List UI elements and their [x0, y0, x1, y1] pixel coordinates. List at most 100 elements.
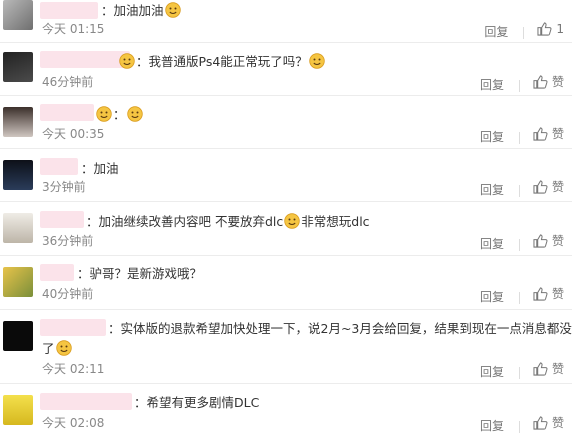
- comment-item: ：加油继续改善内容吧 不要放弃dlc 非常想玩dlc 36分钟前 回复 赞: [0, 208, 572, 255]
- divider: [0, 148, 572, 149]
- action-divider: [518, 238, 520, 251]
- laugh-emoji-icon: [127, 106, 143, 122]
- comment-text: ：驴哥？是新游戏哦？: [77, 266, 203, 281]
- username-blurred[interactable]: [40, 319, 106, 336]
- confused-emoji-icon: [309, 53, 325, 69]
- comment-item: ：加油 3分钟前 回复 赞: [0, 155, 572, 201]
- like-button[interactable]: 赞: [533, 286, 564, 302]
- comment-actions: 回复 赞: [480, 286, 564, 305]
- reply-button[interactable]: 回复: [480, 289, 504, 305]
- comment-text: ：我普通版Ps4能正常玩了吗？: [118, 53, 326, 70]
- action-divider: [518, 291, 520, 304]
- avatar[interactable]: [3, 267, 33, 297]
- thumb-up-icon: [537, 22, 552, 36]
- reply-button[interactable]: 回复: [480, 129, 504, 145]
- thumb-up-icon: [533, 416, 548, 430]
- username-blurred[interactable]: [40, 104, 94, 121]
- avatar[interactable]: [3, 321, 33, 351]
- like-button[interactable]: 赞: [533, 179, 564, 195]
- reply-button[interactable]: 回复: [480, 364, 504, 380]
- like-label: 赞: [551, 362, 564, 376]
- comment-time: 今天 00:35: [42, 127, 105, 141]
- username-blurred[interactable]: [40, 211, 84, 228]
- avatar[interactable]: [3, 213, 33, 243]
- action-divider: [518, 184, 520, 197]
- comment-time: 36分钟前: [42, 234, 94, 248]
- avatar[interactable]: [3, 52, 33, 82]
- comment-actions: 回复 赞: [480, 179, 564, 198]
- like-label: 赞: [551, 287, 564, 301]
- username-blurred[interactable]: [40, 51, 130, 68]
- avatar[interactable]: [3, 107, 33, 137]
- username-blurred[interactable]: [40, 2, 98, 19]
- like-button[interactable]: 赞: [533, 74, 564, 90]
- comment-time: 46分钟前: [42, 75, 94, 89]
- blush-emoji-icon: [165, 2, 181, 18]
- thumb-up-icon: [533, 234, 548, 248]
- heart-eyes-emoji-icon: [96, 106, 112, 122]
- comment-text: ：加油加油: [101, 2, 182, 19]
- thumb-up-icon: [533, 180, 548, 194]
- divider: [0, 383, 572, 384]
- thumb-up-icon: [533, 127, 548, 141]
- action-divider: [518, 79, 520, 92]
- comment-item: ：加油加油 今天 01:15 回复 1: [0, 0, 572, 42]
- action-divider: [518, 420, 520, 433]
- comment-item: ：我普通版Ps4能正常玩了吗？ 46分钟前 回复 赞: [0, 48, 572, 95]
- reply-button[interactable]: 回复: [480, 77, 504, 93]
- divider: [0, 309, 572, 310]
- username-blurred[interactable]: [40, 264, 74, 281]
- comment-text: ：实体版的退款希望加快处理一下，说2月~3月会给回复，结果到现在一点消息都没有: [108, 321, 572, 336]
- comment-actions: 回复 赞: [480, 233, 564, 252]
- avatar[interactable]: [3, 160, 33, 190]
- sweat-emoji-icon: [284, 213, 300, 229]
- comment-time: 今天 02:08: [42, 416, 105, 430]
- like-button[interactable]: 赞: [533, 126, 564, 142]
- comment-actions: 回复 赞: [480, 74, 564, 93]
- comment-actions: 回复 1: [484, 21, 564, 40]
- comment-text-continued: 了: [42, 340, 73, 357]
- divider: [0, 42, 572, 43]
- comment-time: 3分钟前: [42, 180, 86, 194]
- action-divider: [518, 131, 520, 144]
- comment-item: ： 今天 00:35 回复 赞: [0, 101, 572, 148]
- comment-text: ：加油继续改善内容吧 不要放弃dlc 非常想玩dlc: [86, 213, 370, 229]
- like-button[interactable]: 赞: [533, 233, 564, 249]
- comment-text: ：希望有更多剧情DLC: [134, 395, 260, 410]
- action-divider: [518, 366, 520, 379]
- like-button[interactable]: 赞: [533, 415, 564, 431]
- avatar[interactable]: [3, 0, 33, 30]
- comment-text: ：加油: [81, 161, 119, 176]
- like-label: 赞: [551, 416, 564, 430]
- comment-time: 今天 01:15: [42, 22, 105, 36]
- action-divider: [523, 26, 525, 39]
- smile-emoji-icon: [56, 340, 72, 356]
- avatar[interactable]: [3, 395, 33, 425]
- comment-time: 40分钟前: [42, 287, 94, 301]
- like-label: 赞: [551, 180, 564, 194]
- username-blurred[interactable]: [40, 393, 132, 410]
- like-button[interactable]: 1: [537, 21, 564, 37]
- like-button[interactable]: 赞: [533, 361, 564, 377]
- comment-time: 今天 02:11: [42, 362, 105, 376]
- like-label: 赞: [551, 234, 564, 248]
- comment-item: ：驴哥？是新游戏哦？ 40分钟前 回复 赞: [0, 262, 572, 309]
- thumb-up-icon: [533, 287, 548, 301]
- comment-item: ：实体版的退款希望加快处理一下，说2月~3月会给回复，结果到现在一点消息都没有 …: [0, 316, 572, 382]
- divider: [0, 95, 572, 96]
- thumb-up-icon: [533, 362, 548, 376]
- heart-eyes-emoji-icon: [119, 53, 135, 69]
- reply-button[interactable]: 回复: [480, 236, 504, 252]
- comment-text: ：: [95, 106, 144, 123]
- like-count: 1: [556, 22, 564, 36]
- comment-actions: 回复赞: [480, 415, 564, 434]
- divider: [0, 255, 572, 256]
- like-label: 赞: [551, 127, 564, 141]
- username-blurred[interactable]: [40, 158, 78, 175]
- thumb-up-icon: [533, 75, 548, 89]
- comment-actions: 回复 赞: [480, 126, 564, 145]
- reply-button[interactable]: 回复: [484, 24, 508, 40]
- comment-actions: 回复 赞: [480, 361, 564, 380]
- comment-item: ：希望有更多剧情DLC 今天 02:08 回复赞: [0, 390, 572, 434]
- reply-button[interactable]: 回复: [480, 182, 504, 198]
